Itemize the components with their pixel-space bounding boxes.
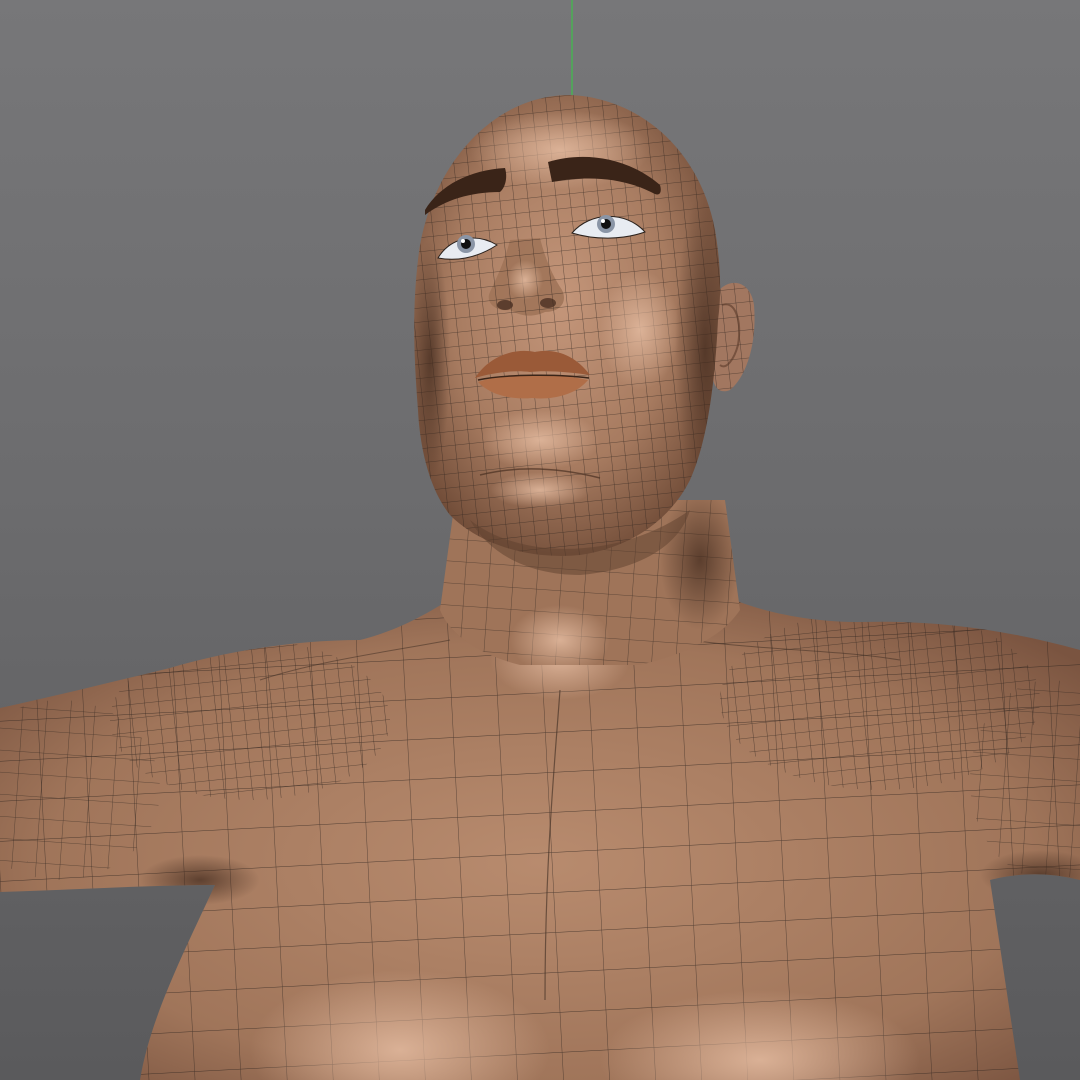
viewport-canvas[interactable] xyxy=(0,0,1080,1080)
3d-viewport[interactable] xyxy=(0,0,1080,1080)
